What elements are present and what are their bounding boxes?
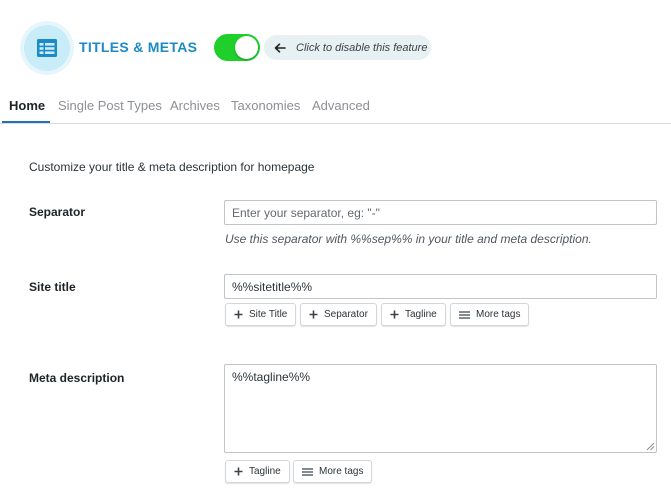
- tag-label: Tagline: [405, 309, 437, 320]
- meta-description-textarea[interactable]: %%tagline%%: [224, 364, 657, 453]
- more-tags-button[interactable]: More tags: [450, 303, 530, 326]
- plus-icon: [390, 310, 399, 319]
- tag-label: More tags: [476, 309, 521, 320]
- add-tagline-tag-button-meta[interactable]: Tagline: [225, 460, 290, 483]
- add-separator-tag-button[interactable]: Separator: [300, 303, 377, 326]
- tag-label: More tags: [319, 466, 364, 477]
- tab-taxonomies[interactable]: Taxonomies: [231, 98, 300, 113]
- tag-label: Separator: [324, 309, 368, 320]
- arrow-left-icon: [274, 42, 286, 53]
- add-site-title-tag-button[interactable]: Site Title: [225, 303, 297, 326]
- tag-label: Tagline: [249, 466, 281, 477]
- site-title-label: Site title: [29, 280, 76, 294]
- plus-icon: [234, 467, 243, 476]
- meta-description-label: Meta description: [29, 371, 125, 385]
- section-intro: Customize your title & meta description …: [29, 160, 315, 174]
- resize-handle-icon[interactable]: [645, 441, 655, 451]
- tab-advanced[interactable]: Advanced: [312, 98, 370, 113]
- settings-tabs: Home Single Post Types Archives Taxonomi…: [0, 95, 671, 124]
- titles-metas-logo: [24, 25, 70, 71]
- tag-label: Site Title: [249, 309, 288, 320]
- list-table-icon: [37, 39, 57, 57]
- separator-input[interactable]: [224, 200, 657, 225]
- page-title: TITLES & METAS: [79, 39, 198, 55]
- feature-toggle[interactable]: [214, 34, 260, 61]
- more-tags-button-meta[interactable]: More tags: [293, 460, 373, 483]
- menu-icon: [459, 310, 470, 319]
- separator-label: Separator: [29, 205, 86, 219]
- tab-single-post-types[interactable]: Single Post Types: [58, 98, 162, 113]
- plus-icon: [234, 310, 243, 319]
- plus-icon: [309, 310, 318, 319]
- active-tab-indicator: [2, 121, 50, 123]
- toggle-knob: [235, 36, 258, 59]
- page-header: TITLES & METAS Click to disable this fea…: [0, 0, 671, 95]
- disable-feature-hint: Click to disable this feature: [264, 35, 431, 60]
- tab-archives[interactable]: Archives: [170, 98, 220, 113]
- tab-home[interactable]: Home: [9, 98, 45, 113]
- site-title-input[interactable]: [224, 274, 657, 299]
- add-tagline-tag-button[interactable]: Tagline: [381, 303, 446, 326]
- hint-text: Click to disable this feature: [296, 41, 428, 54]
- menu-icon: [302, 467, 313, 476]
- separator-help: Use this separator with %%sep%% in your …: [225, 232, 592, 246]
